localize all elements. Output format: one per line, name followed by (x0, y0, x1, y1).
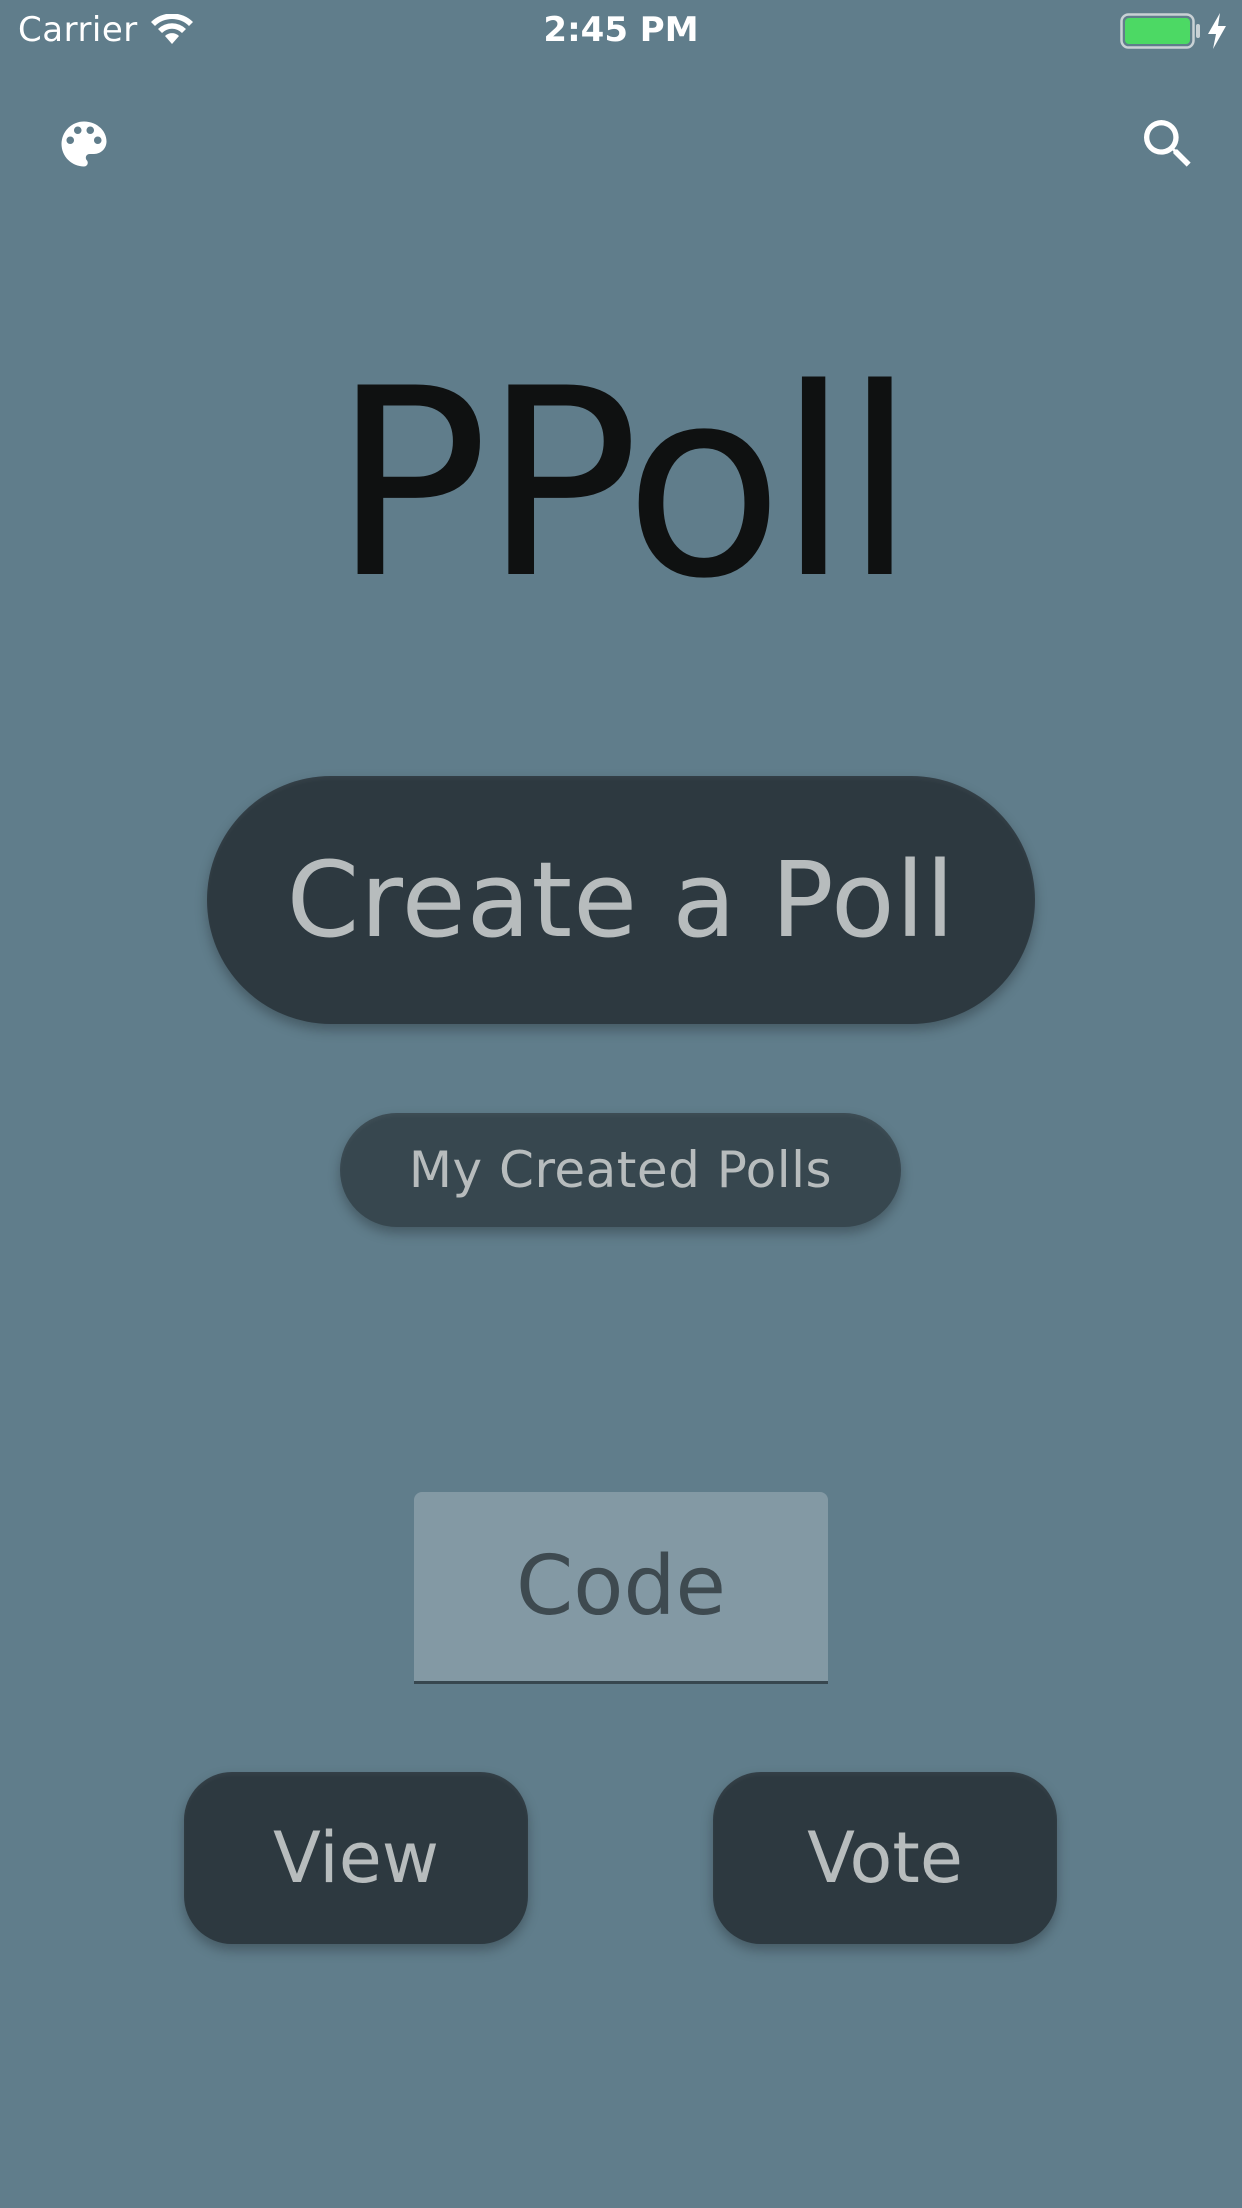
charging-bolt-icon (1208, 13, 1226, 49)
code-field[interactable] (414, 1492, 828, 1684)
vote-button[interactable]: Vote (713, 1772, 1057, 1944)
create-poll-button[interactable]: Create a Poll (207, 776, 1035, 1024)
status-time: 2:45 PM (543, 10, 699, 50)
app-title: PPoll (332, 334, 916, 636)
search-icon (1144, 120, 1191, 167)
status-bar: Carrier 2:45 PM (0, 0, 1242, 62)
my-created-polls-button[interactable]: My Created Polls (340, 1113, 901, 1227)
search-button[interactable] (1128, 104, 1208, 184)
code-input[interactable] (414, 1492, 828, 1681)
battery-icon (1120, 13, 1200, 49)
palette-icon (61, 121, 107, 167)
view-button[interactable]: View (184, 1772, 528, 1944)
theme-palette-button[interactable] (44, 104, 124, 184)
